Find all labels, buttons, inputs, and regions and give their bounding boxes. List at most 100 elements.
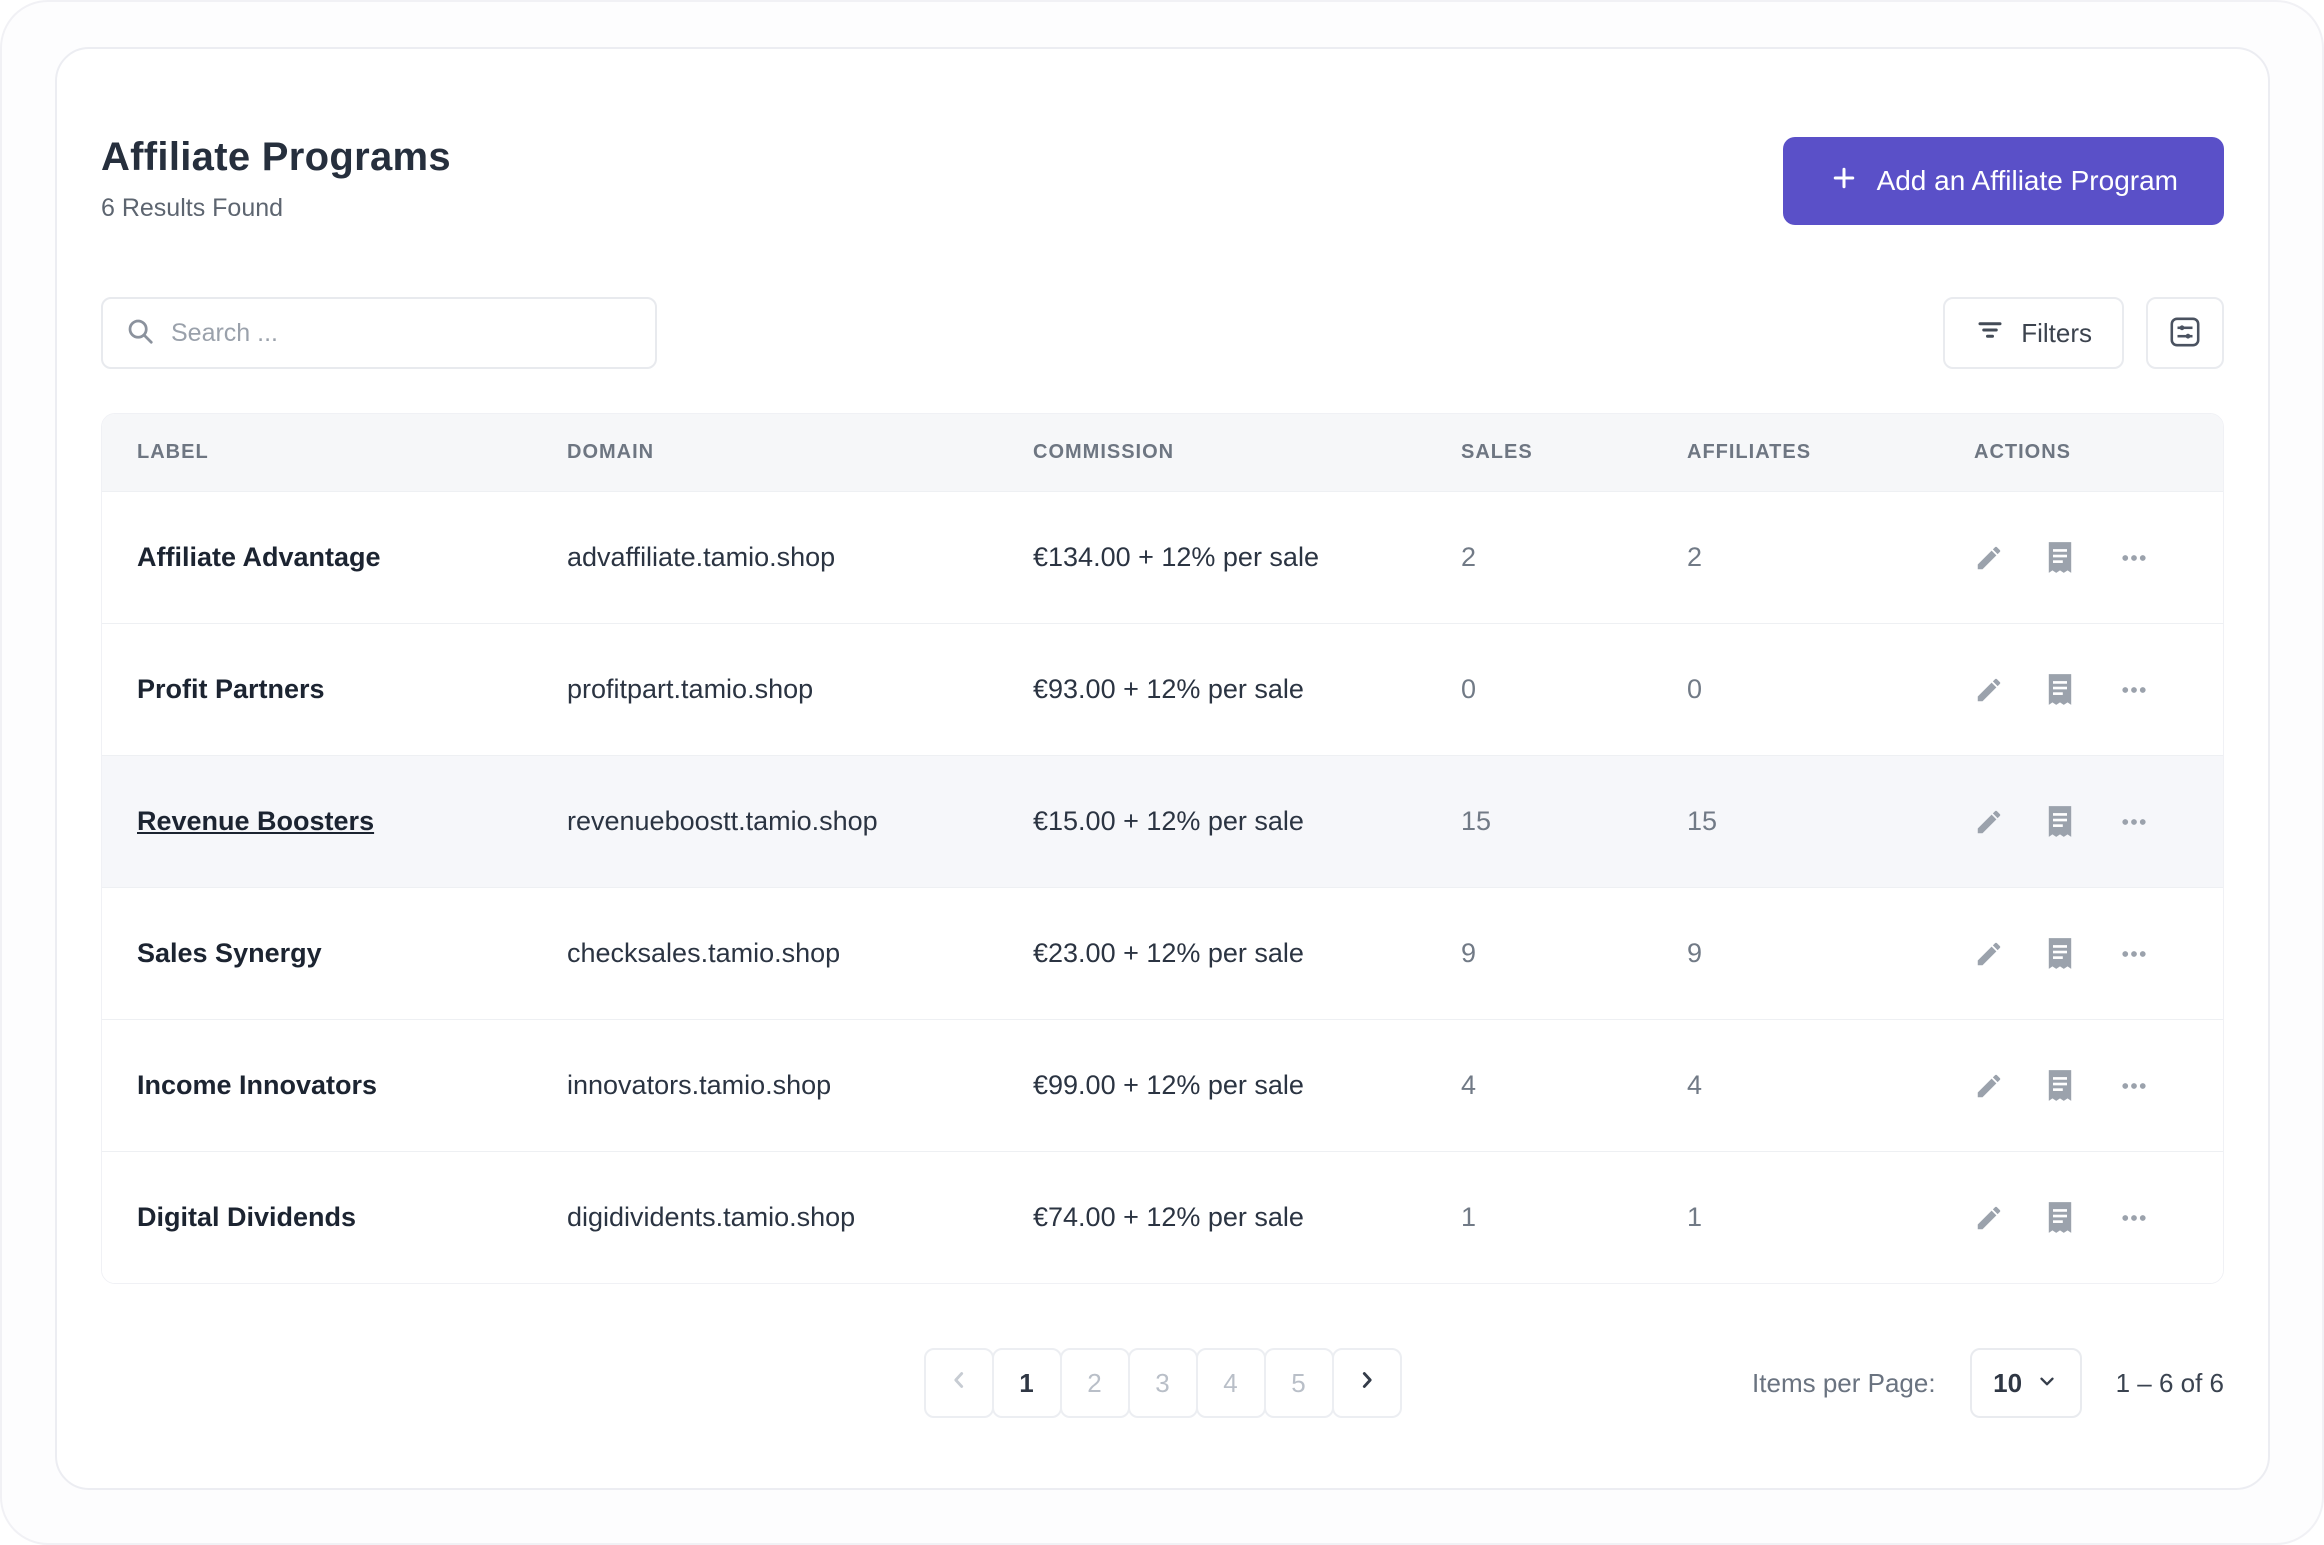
row-actions <box>1954 1070 2223 1101</box>
plus-icon <box>1829 163 1859 200</box>
table-row[interactable]: Profit Partners profitpart.tamio.shop €9… <box>102 623 2223 755</box>
page-button[interactable]: 1 <box>991 1348 1062 1418</box>
edit-icon[interactable] <box>1974 543 2004 573</box>
program-commission: €23.00 + 12% per sale <box>1033 938 1304 968</box>
program-label[interactable]: Digital Dividends <box>137 1202 567 1233</box>
program-affiliates: 9 <box>1687 938 1703 968</box>
table-footer: 1 2 3 4 5 Items per Page: 10 1 – 6 of 6 <box>101 1348 2224 1488</box>
items-per-page-label: Items per Page: <box>1752 1367 1936 1398</box>
page-button[interactable]: 2 <box>1059 1348 1130 1418</box>
program-label[interactable]: Profit Partners <box>137 674 567 705</box>
program-sales: 9 <box>1461 938 1477 968</box>
program-label[interactable]: Sales Synergy <box>137 938 567 969</box>
row-actions <box>1954 542 2223 573</box>
search-input[interactable] <box>171 318 633 348</box>
sliders-icon <box>2167 314 2203 353</box>
program-commission: €134.00 + 12% per sale <box>1033 542 1319 572</box>
table-row[interactable]: Digital Dividends digidividents.tamio.sh… <box>102 1151 2223 1283</box>
program-label[interactable]: Affiliate Advantage <box>137 542 567 573</box>
column-header-label: LABEL <box>137 441 209 463</box>
edit-icon[interactable] <box>1974 1203 2004 1233</box>
program-sales: 15 <box>1461 806 1492 836</box>
main-card: Affiliate Programs 6 Results Found Add a… <box>55 47 2270 1490</box>
report-icon[interactable] <box>2046 938 2074 969</box>
toolbar-right: Filters <box>1943 297 2224 369</box>
page-button[interactable]: 3 <box>1127 1348 1198 1418</box>
items-per-page: Items per Page: 10 1 – 6 of 6 <box>1752 1348 2224 1418</box>
program-sales: 1 <box>1461 1202 1477 1232</box>
items-per-page-value: 10 <box>1993 1367 2023 1398</box>
affiliate-programs-table: LABEL DOMAIN COMMISSION SALES AFFILIATES… <box>101 413 2224 1284</box>
next-page-button[interactable] <box>1331 1348 1402 1418</box>
program-affiliates: 1 <box>1687 1202 1703 1232</box>
program-sales: 2 <box>1461 542 1477 572</box>
program-domain: innovators.tamio.shop <box>567 1070 832 1100</box>
filters-label: Filters <box>2021 317 2092 348</box>
search-icon <box>125 316 155 351</box>
program-commission: €99.00 + 12% per sale <box>1033 1070 1304 1100</box>
program-label[interactable]: Revenue Boosters <box>137 806 567 837</box>
row-actions <box>1954 674 2223 705</box>
program-label[interactable]: Income Innovators <box>137 1070 567 1101</box>
row-actions <box>1954 1202 2223 1233</box>
program-domain: checksales.tamio.shop <box>567 938 841 968</box>
report-icon[interactable] <box>2046 806 2074 837</box>
add-button-label: Add an Affiliate Program <box>1876 165 2178 196</box>
more-actions-icon[interactable] <box>2116 939 2152 969</box>
column-settings-button[interactable] <box>2146 297 2224 369</box>
more-actions-icon[interactable] <box>2116 1203 2152 1233</box>
program-affiliates: 2 <box>1687 542 1703 572</box>
program-affiliates: 15 <box>1687 806 1718 836</box>
chevron-down-icon <box>2036 1368 2058 1399</box>
items-per-page-select[interactable]: 10 <box>1969 1348 2082 1418</box>
program-commission: €15.00 + 12% per sale <box>1033 806 1304 836</box>
page-header: Affiliate Programs 6 Results Found Add a… <box>101 135 2224 225</box>
edit-icon[interactable] <box>1974 1071 2004 1101</box>
program-sales: 4 <box>1461 1070 1477 1100</box>
program-domain: digidividents.tamio.shop <box>567 1202 856 1232</box>
table-body: Affiliate Advantage advaffiliate.tamio.s… <box>102 491 2223 1283</box>
edit-icon[interactable] <box>1974 807 2004 837</box>
table-row[interactable]: Sales Synergy checksales.tamio.shop €23.… <box>102 887 2223 1019</box>
add-affiliate-program-button[interactable]: Add an Affiliate Program <box>1782 137 2224 225</box>
more-actions-icon[interactable] <box>2116 675 2152 705</box>
program-domain: profitpart.tamio.shop <box>567 674 814 704</box>
page-button[interactable]: 5 <box>1263 1348 1334 1418</box>
row-actions <box>1954 806 2223 837</box>
previous-page-button[interactable] <box>923 1348 994 1418</box>
results-count: 6 Results Found <box>101 194 284 222</box>
page-button[interactable]: 4 <box>1195 1348 1266 1418</box>
more-actions-icon[interactable] <box>2116 543 2152 573</box>
toolbar: Filters <box>101 297 2224 369</box>
table-header-row: LABEL DOMAIN COMMISSION SALES AFFILIATES… <box>102 414 2223 491</box>
table-row[interactable]: Revenue Boosters revenueboostt.tamio.sho… <box>102 755 2223 887</box>
edit-icon[interactable] <box>1974 675 2004 705</box>
column-header-commission: COMMISSION <box>1033 441 1175 463</box>
edit-icon[interactable] <box>1974 939 2004 969</box>
program-affiliates: 0 <box>1687 674 1703 704</box>
program-affiliates: 4 <box>1687 1070 1703 1100</box>
program-domain: advaffiliate.tamio.shop <box>567 542 836 572</box>
filter-icon <box>1975 315 2005 352</box>
title-block: Affiliate Programs 6 Results Found <box>101 135 451 223</box>
column-header-actions: ACTIONS <box>1974 441 2071 463</box>
report-icon[interactable] <box>2046 542 2074 573</box>
chevron-right-icon <box>1354 1367 1380 1400</box>
report-icon[interactable] <box>2046 1202 2074 1233</box>
more-actions-icon[interactable] <box>2116 807 2152 837</box>
more-actions-icon[interactable] <box>2116 1071 2152 1101</box>
filters-button[interactable]: Filters <box>1943 297 2124 369</box>
row-actions <box>1954 938 2223 969</box>
column-header-affiliates: AFFILIATES <box>1687 441 1812 463</box>
app-window: Affiliate Programs 6 Results Found Add a… <box>0 0 2324 1545</box>
report-icon[interactable] <box>2046 674 2074 705</box>
table-row[interactable]: Income Innovators innovators.tamio.shop … <box>102 1019 2223 1151</box>
program-commission: €74.00 + 12% per sale <box>1033 1202 1304 1232</box>
search-box[interactable] <box>101 297 657 369</box>
table-row[interactable]: Affiliate Advantage advaffiliate.tamio.s… <box>102 491 2223 623</box>
pagination: 1 2 3 4 5 <box>923 1348 1402 1418</box>
chevron-left-icon <box>946 1367 972 1400</box>
results-range: 1 – 6 of 6 <box>2115 1367 2224 1398</box>
program-sales: 0 <box>1461 674 1477 704</box>
report-icon[interactable] <box>2046 1070 2074 1101</box>
